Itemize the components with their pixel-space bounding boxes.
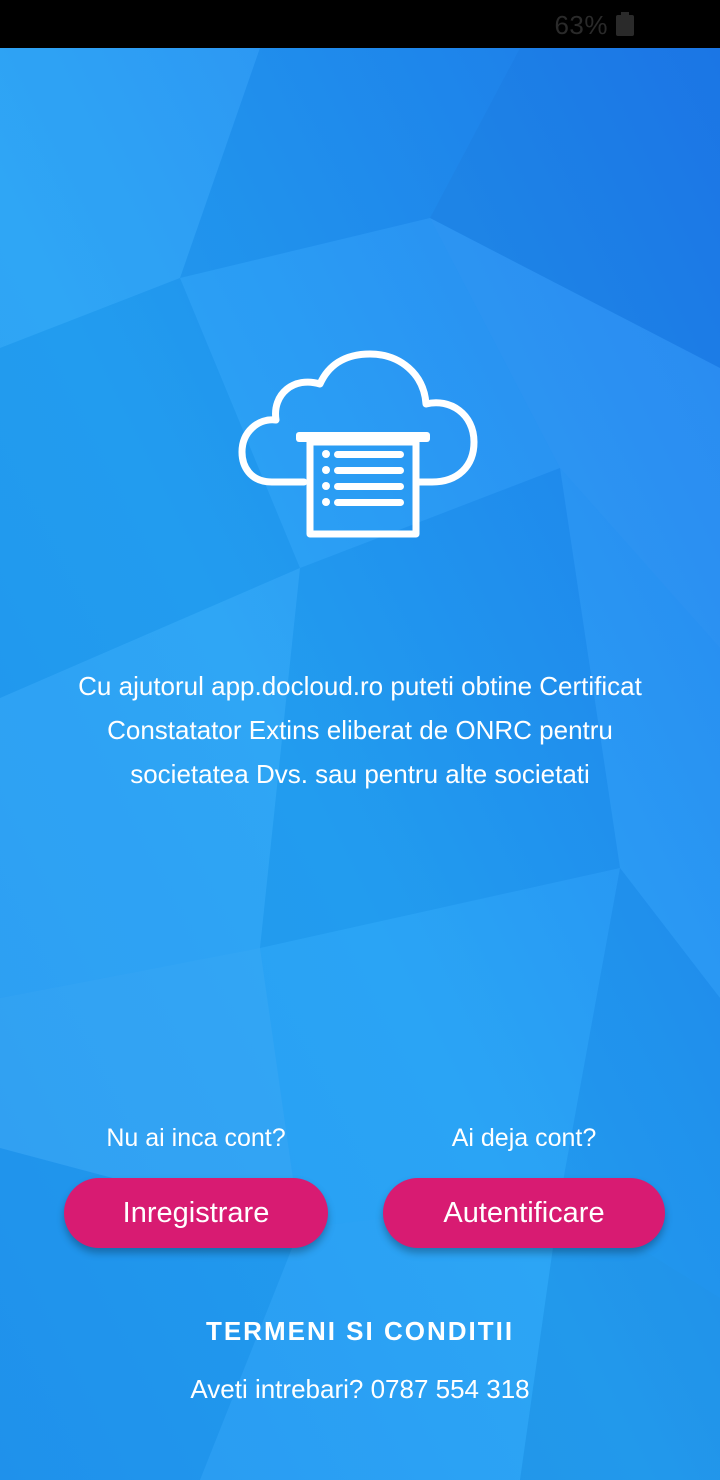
contact-info: Aveti intrebari? 0787 554 318 [190, 1374, 530, 1404]
terms-link[interactable]: TERMENI SI CONDITII [0, 1316, 720, 1347]
register-button[interactable]: Inregistrare [64, 1178, 328, 1248]
battery-icon [616, 12, 634, 36]
cloud-document-icon [238, 350, 478, 538]
app-description: Cu ajutorul app.docloud.ro puteti obtine… [78, 671, 642, 789]
register-prompt: Nu ai inca cont? [106, 1124, 286, 1152]
welcome-screen: 63% Cu ajutorul app.docloud.ro puteti ob… [0, 0, 720, 1480]
login-button[interactable]: Autentificare [383, 1178, 665, 1248]
battery-percent: 63% [554, 10, 608, 40]
status-bar: 63% [0, 0, 720, 48]
login-prompt: Ai deja cont? [451, 1124, 597, 1152]
